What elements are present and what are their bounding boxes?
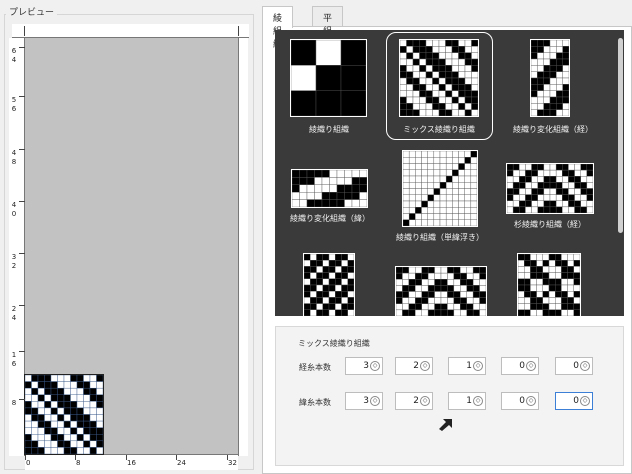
ruler-bottom-tickmark — [25, 455, 26, 460]
spin-updown-icon[interactable]: ◇ — [580, 396, 590, 406]
ruler-bottom-tickmark — [75, 455, 76, 460]
ruler-left-tick: 6 — [11, 360, 17, 368]
weft-count-spinbox-1[interactable]: 3 ◇ — [345, 392, 383, 410]
warp-count-spinbox-2[interactable]: 2 ◇ — [395, 357, 433, 375]
ruler-left-tick: 4 — [11, 149, 17, 157]
spinbox-value: 0 — [519, 361, 525, 371]
tab-twill[interactable]: 綾組織 — [262, 6, 294, 50]
ruler-left-tickmark — [19, 149, 25, 150]
gallery-item-label: 綾織り組織（単緯浮き） — [396, 233, 484, 242]
warp-count-spinbox-4[interactable]: 0 ◇ — [501, 357, 539, 375]
gallery-item-label: 杉綾織り組織（経） — [514, 220, 586, 229]
gallery-scrollbar-thumb[interactable] — [618, 38, 623, 233]
weave-thumbnail — [291, 169, 368, 208]
ruler-right — [238, 38, 248, 456]
ruler-top — [12, 24, 249, 38]
gallery-item-label: ミックス綾織り組織 — [403, 125, 475, 134]
mouse-pointer-icon — [439, 419, 452, 431]
settings-title: ミックス綾織り組織 — [298, 339, 370, 348]
spin-updown-icon[interactable]: ◇ — [526, 396, 536, 406]
spin-updown-icon[interactable]: ◇ — [370, 361, 380, 371]
spin-updown-icon[interactable]: ◇ — [526, 361, 536, 371]
warp-count-spinbox-3[interactable]: 1 ◇ — [448, 357, 486, 375]
warp-count-label: 経糸本数 — [299, 363, 331, 372]
ruler-bottom-tickmark — [126, 455, 127, 460]
spinbox-value: 1 — [466, 396, 472, 406]
ruler-left-tick: 3 — [11, 253, 17, 261]
spinbox-value: 2 — [413, 396, 419, 406]
weft-count-spinbox-3[interactable]: 1 ◇ — [448, 392, 486, 410]
ruler-left-tickmark — [19, 201, 25, 202]
ruler-left-tickmark — [19, 351, 25, 352]
spinbox-value: 3 — [363, 396, 369, 406]
weave-thumbnail — [303, 253, 355, 317]
warp-count-spinbox-1[interactable]: 3 ◇ — [345, 357, 383, 375]
spin-updown-icon[interactable]: ◇ — [473, 361, 483, 371]
weave-thumbnail — [506, 163, 594, 214]
gallery-item-label: 綾織り組織 — [309, 125, 349, 134]
ruler-left-tick: 1 — [11, 351, 17, 359]
warp-count-spinbox-5[interactable]: 0 ◇ — [555, 357, 593, 375]
spin-updown-icon[interactable]: ◇ — [420, 361, 430, 371]
weave-thumbnail — [399, 39, 479, 117]
weft-count-spinbox-5[interactable]: 0 ◇ — [555, 392, 593, 410]
spinbox-value: 1 — [466, 361, 472, 371]
ruler-bottom-tick: 16 — [127, 459, 136, 467]
preview-pattern — [24, 374, 104, 455]
ruler-left-tick: 8 — [11, 158, 17, 166]
tab-plain[interactable]: 平組織 — [312, 6, 344, 50]
spinbox-value: 0 — [519, 396, 525, 406]
ruler-bottom-tick: 32 — [228, 459, 237, 467]
spinbox-value: 0 — [573, 361, 579, 371]
ruler-left-tickmark — [19, 305, 25, 306]
weave-thumbnail — [290, 39, 367, 117]
spin-updown-icon[interactable]: ◇ — [473, 396, 483, 406]
ruler-bottom-tick: 24 — [177, 459, 186, 467]
spinbox-value: 2 — [413, 361, 419, 371]
ruler-bottom-tick: 0 — [26, 459, 31, 467]
weft-count-spinbox-4[interactable]: 0 ◇ — [501, 392, 539, 410]
ruler-left-tick: 2 — [11, 262, 17, 270]
ruler-left-tickmark — [19, 399, 25, 400]
ruler-bottom-tickmark — [176, 455, 177, 460]
ruler-bottom-tickmark — [227, 455, 228, 460]
gallery-item-label: 綾織り変化組織（緯） — [290, 214, 370, 223]
ruler-left-tick: 6 — [11, 105, 17, 113]
gallery-item-label: 綾織り変化組織（経） — [513, 125, 593, 134]
ruler-left-tick: 8 — [11, 399, 17, 407]
weave-thumbnail — [530, 39, 570, 117]
spinbox-value: 3 — [363, 361, 369, 371]
ruler-left-tick: 5 — [11, 96, 17, 104]
preview-legend: プレビュー — [6, 5, 58, 18]
ruler-left-tickmark — [19, 96, 25, 97]
gallery-scrollbar[interactable] — [617, 30, 624, 316]
weft-count-spinbox-2[interactable]: 2 ◇ — [395, 392, 433, 410]
ruler-left-tickmark — [19, 47, 25, 48]
ruler-left-tickmark — [19, 253, 25, 254]
ruler-left-tick: 0 — [11, 210, 17, 218]
ruler-left-tick: 4 — [11, 314, 17, 322]
spin-updown-icon[interactable]: ◇ — [420, 396, 430, 406]
weave-thumbnail — [517, 253, 581, 317]
spinbox-value: 0 — [573, 396, 579, 406]
spin-updown-icon[interactable]: ◇ — [580, 361, 590, 371]
weft-count-label: 緯糸本数 — [299, 398, 331, 407]
ruler-left-tick: 4 — [11, 56, 17, 64]
weave-thumbnail — [395, 266, 487, 317]
spin-updown-icon[interactable]: ◇ — [370, 396, 380, 406]
ruler-left-tick: 4 — [11, 201, 17, 209]
weave-thumbnail — [402, 150, 478, 227]
ruler-left-tick: 2 — [11, 305, 17, 313]
ruler-bottom-tick: 8 — [76, 459, 81, 467]
ruler-left-tick: 6 — [11, 47, 17, 55]
